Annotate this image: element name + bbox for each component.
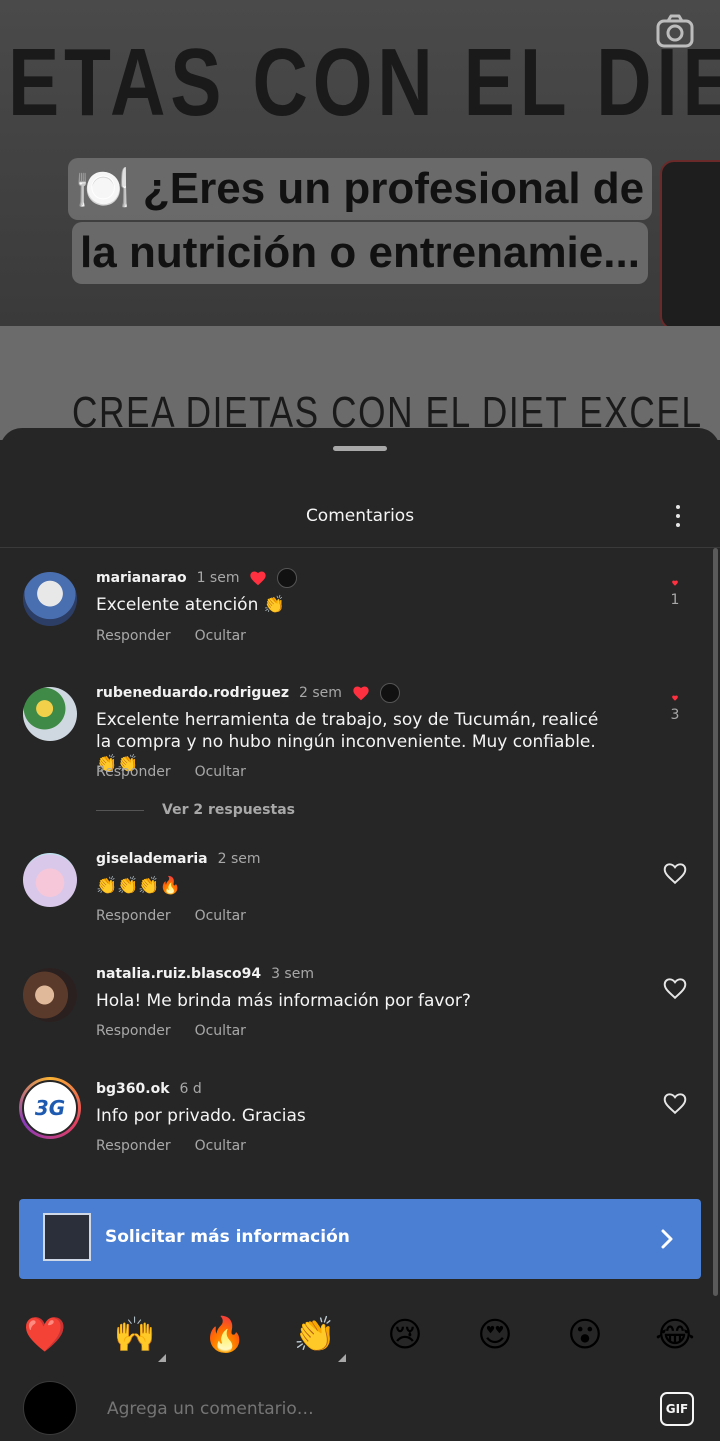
like-count: 3 bbox=[670, 707, 680, 723]
replies-line bbox=[96, 809, 144, 811]
caption-line-2: la nutrición o entrenamie... bbox=[72, 222, 648, 284]
current-user-avatar bbox=[23, 1381, 77, 1435]
view-replies-button[interactable]: Ver 2 respuestas bbox=[96, 802, 295, 818]
comment-time: 3 sem bbox=[271, 966, 314, 982]
avatar-logo: 3G bbox=[22, 1080, 78, 1136]
avatar[interactable] bbox=[23, 687, 77, 741]
avatar[interactable] bbox=[23, 572, 77, 626]
comment-meta: giselademaria 2 sem bbox=[96, 849, 261, 869]
comment-meta: natalia.ruiz.blasco94 3 sem bbox=[96, 964, 314, 984]
hide-button[interactable]: Ocultar bbox=[195, 764, 246, 780]
comment-time: 2 sem bbox=[299, 685, 342, 701]
comment-actions: Responder Ocultar bbox=[96, 764, 246, 780]
emoji-heart-eyes[interactable]: 😍 bbox=[472, 1312, 518, 1358]
emoji-crying[interactable]: 😢 bbox=[382, 1312, 428, 1358]
cta-label: Solicitar más información bbox=[105, 1227, 350, 1247]
creator-avatar bbox=[277, 568, 298, 588]
caption-line-1: 🍽️ ¿Eres un profesional de bbox=[67, 158, 653, 220]
request-info-button[interactable]: Solicitar más información bbox=[19, 1199, 701, 1279]
like-button[interactable] bbox=[660, 1091, 690, 1119]
comment-actions: Responder Ocultar bbox=[96, 1138, 246, 1154]
comment-time: 6 d bbox=[179, 1081, 202, 1097]
drag-handle[interactable] bbox=[333, 446, 387, 451]
emoji-glyph: 🙌 bbox=[113, 1315, 157, 1355]
hide-button[interactable]: Ocultar bbox=[195, 908, 246, 924]
emoji-fire[interactable]: 🔥 bbox=[202, 1312, 248, 1358]
divider bbox=[0, 547, 720, 548]
like-button[interactable] bbox=[660, 976, 690, 1004]
reply-button[interactable]: Responder bbox=[96, 1138, 171, 1154]
comment-actions: Responder Ocultar bbox=[96, 628, 246, 644]
comment-text: Excelente atención 👏 bbox=[96, 595, 285, 615]
comment-meta: bg360.ok 6 d bbox=[96, 1079, 202, 1099]
comment-meta: rubeneduardo.rodriguez 2 sem bbox=[96, 683, 400, 703]
comment-text: 👏👏👏🔥 bbox=[96, 876, 181, 896]
sheet-title: Comentarios bbox=[305, 506, 415, 526]
avatar[interactable] bbox=[23, 968, 77, 1022]
gif-button[interactable]: GIF bbox=[660, 1392, 694, 1426]
like-button[interactable]: 1 bbox=[660, 580, 690, 608]
hide-button[interactable]: Ocultar bbox=[195, 1138, 246, 1154]
avatar[interactable] bbox=[23, 853, 77, 907]
cta-thumbnail bbox=[43, 1213, 91, 1261]
quick-reactions: ❤️ 🙌 🔥 👏 😢 😍 😮 😂 bbox=[0, 1312, 720, 1362]
comment-composer: GIF bbox=[0, 1378, 720, 1441]
hide-button[interactable]: Ocultar bbox=[195, 628, 246, 644]
emoji-raised-hands[interactable]: 🙌 bbox=[112, 1312, 166, 1362]
comment-time: 1 sem bbox=[196, 570, 240, 586]
heart-filled-icon[interactable] bbox=[662, 580, 688, 586]
chevron-right-icon bbox=[661, 1229, 673, 1249]
heart-outline-icon[interactable] bbox=[662, 1091, 688, 1115]
like-count: 1 bbox=[670, 592, 680, 608]
post-banner-text: ETAS CON EL DIET E bbox=[8, 29, 720, 136]
comment-username[interactable]: rubeneduardo.rodriguez bbox=[96, 685, 289, 701]
view-replies-label: Ver 2 respuestas bbox=[162, 802, 295, 818]
creator-avatar bbox=[379, 683, 400, 703]
comment-input[interactable] bbox=[107, 1399, 587, 1419]
reply-button[interactable]: Responder bbox=[96, 764, 171, 780]
comment-text: Info por privado. Gracias bbox=[96, 1106, 306, 1126]
comment-meta: marianarao 1 sem bbox=[96, 568, 298, 588]
camera-icon[interactable] bbox=[656, 14, 694, 48]
creator-heart-icon bbox=[353, 686, 369, 701]
emoji-glyph: 👏 bbox=[293, 1315, 337, 1355]
like-button[interactable] bbox=[660, 861, 690, 889]
comment-username[interactable]: bg360.ok bbox=[96, 1081, 170, 1097]
heart-outline-icon[interactable] bbox=[662, 861, 688, 885]
reply-button[interactable]: Responder bbox=[96, 1023, 171, 1039]
reply-button[interactable]: Responder bbox=[96, 628, 171, 644]
comment-time: 2 sem bbox=[217, 851, 261, 867]
creator-heart-icon bbox=[250, 571, 267, 586]
comment-username[interactable]: marianarao bbox=[96, 570, 187, 586]
emoji-clap[interactable]: 👏 bbox=[292, 1312, 346, 1362]
comment-actions: Responder Ocultar bbox=[96, 908, 246, 924]
hide-button[interactable]: Ocultar bbox=[195, 1023, 246, 1039]
comment-username[interactable]: giselademaria bbox=[96, 851, 208, 867]
emoji-surprised[interactable]: 😮 bbox=[562, 1312, 608, 1358]
emoji-laughing[interactable]: 😂 bbox=[652, 1312, 698, 1358]
heart-filled-icon[interactable] bbox=[662, 695, 688, 701]
comments-sheet: Comentarios marianarao 1 sem Excelente a… bbox=[0, 428, 720, 1441]
more-options-icon[interactable] bbox=[664, 502, 692, 530]
screen: ETAS CON EL DIET E CREA DIETAS CON EL DI… bbox=[0, 0, 720, 1441]
comment-text: Hola! Me brinda más información por favo… bbox=[96, 991, 471, 1011]
heart-outline-icon[interactable] bbox=[662, 976, 688, 1000]
emoji-heart[interactable]: ❤️ bbox=[22, 1312, 68, 1358]
comment-actions: Responder Ocultar bbox=[96, 1023, 246, 1039]
like-button[interactable]: 3 bbox=[660, 695, 690, 723]
avatar-story-ring[interactable]: 3G bbox=[19, 1077, 81, 1139]
reply-button[interactable]: Responder bbox=[96, 908, 171, 924]
post-caption: 🍽️ ¿Eres un profesional de la nutrición … bbox=[40, 158, 680, 284]
scrollbar[interactable] bbox=[713, 548, 718, 1296]
post-media[interactable]: ETAS CON EL DIET E CREA DIETAS CON EL DI… bbox=[0, 0, 720, 440]
comment-username[interactable]: natalia.ruiz.blasco94 bbox=[96, 966, 261, 982]
